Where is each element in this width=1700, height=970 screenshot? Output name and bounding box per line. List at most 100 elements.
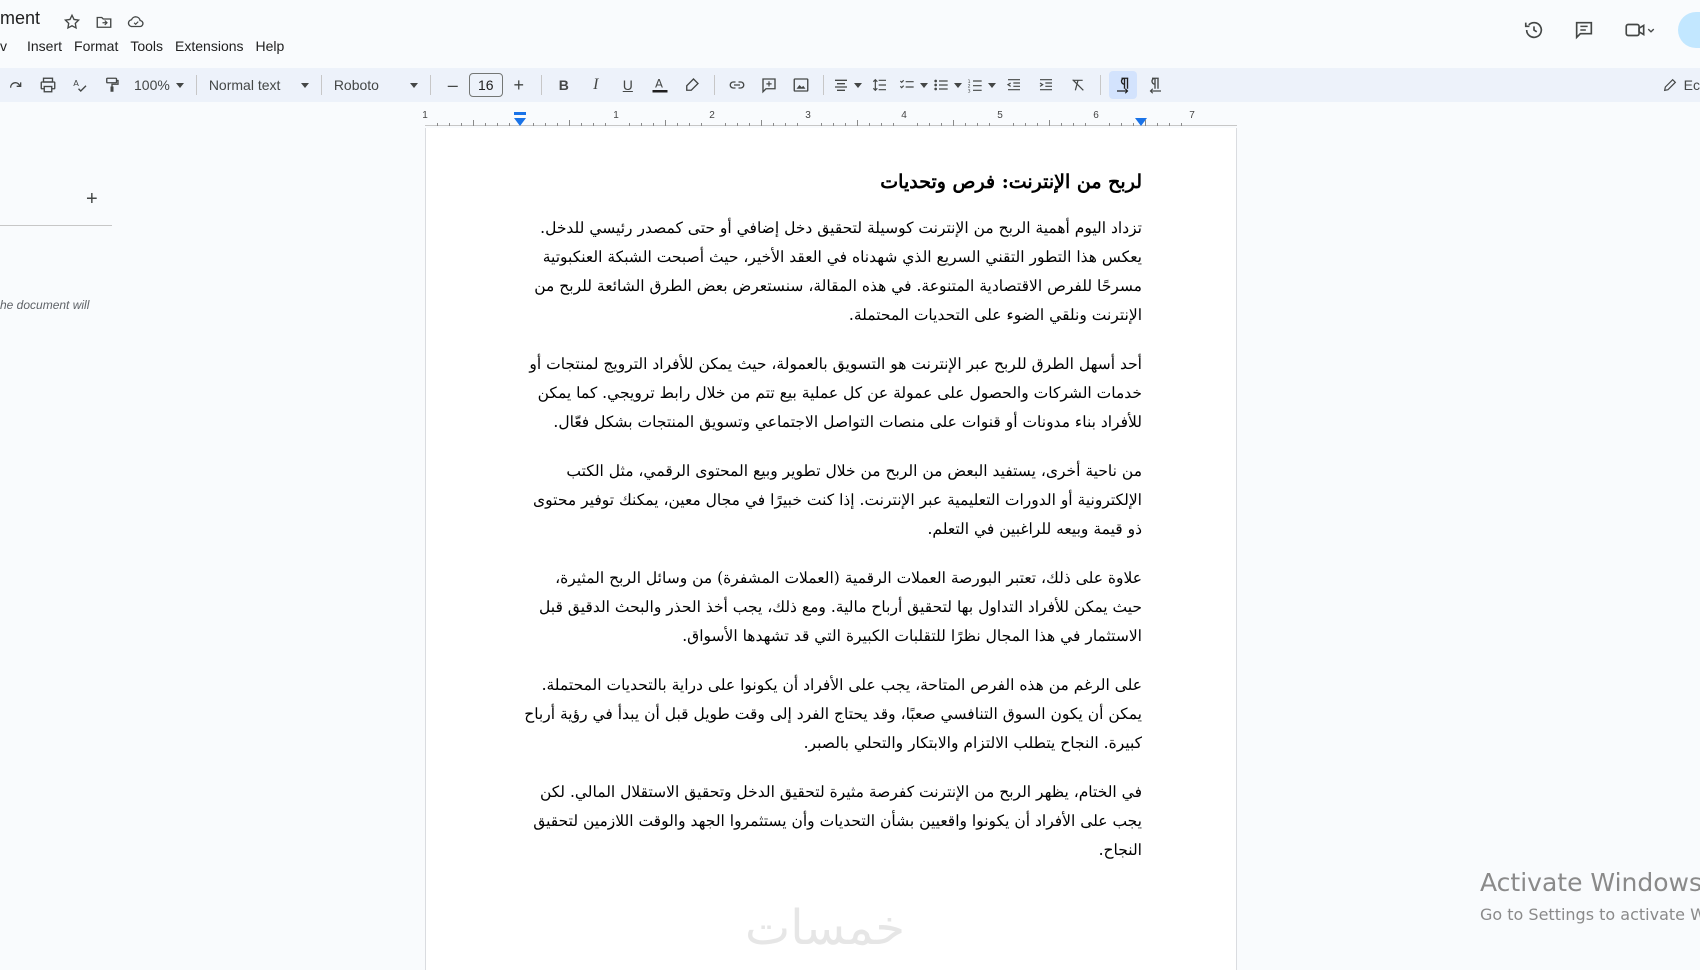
font-value: Roboto [333, 77, 379, 93]
ruler-tick [1157, 123, 1158, 126]
ruler-number: 2 [709, 110, 715, 121]
ruler-tick [1037, 123, 1038, 126]
decrease-font-size-button[interactable]: – [439, 71, 467, 99]
rtl-direction-icon[interactable] [1141, 71, 1169, 99]
paragraph[interactable]: من ناحية أخرى، يستفيد البعض من الربح من … [522, 457, 1142, 544]
chevron-down-icon [953, 82, 962, 88]
title-icons [60, 10, 148, 34]
editing-mode-button[interactable]: Ec [1662, 68, 1700, 102]
toolbar-divider [320, 75, 322, 95]
paragraph[interactable]: أحد أسهل الطرق للربح عبر الإنترنت هو الت… [522, 350, 1142, 437]
numbered-list-icon[interactable]: 123 [966, 71, 996, 99]
menu-help[interactable]: Help [250, 36, 291, 56]
decrease-indent-icon[interactable] [1000, 71, 1028, 99]
cloud-status-icon[interactable] [124, 10, 148, 34]
document-heading[interactable]: لربح من الإنترنت: فرص وتحديات [522, 168, 1142, 196]
font-dropdown[interactable]: Roboto [328, 77, 424, 93]
ruler-tick [1025, 123, 1026, 126]
ruler-tick [545, 123, 546, 126]
ruler-number: 6 [1093, 110, 1099, 121]
font-size-input[interactable]: 16 [468, 73, 503, 97]
increase-indent-icon[interactable] [1032, 71, 1060, 99]
bold-icon[interactable]: B [550, 71, 578, 99]
toolbar-divider [540, 75, 542, 95]
spellcheck-icon[interactable]: A [66, 71, 94, 99]
insert-image-icon[interactable] [787, 71, 815, 99]
line-spacing-icon[interactable] [866, 71, 894, 99]
link-icon[interactable] [723, 71, 751, 99]
outline-divider [0, 225, 112, 226]
paragraph[interactable]: في الختام، يظهر الربح من الإنترنت كفرصة … [522, 778, 1142, 865]
checklist-icon[interactable] [898, 71, 928, 99]
highlight-icon[interactable] [678, 71, 706, 99]
ltr-direction-icon[interactable] [1108, 71, 1137, 99]
ruler-tick [881, 123, 882, 126]
paint-format-icon[interactable] [98, 71, 126, 99]
add-tab-icon[interactable]: + [86, 188, 98, 211]
ruler-tick [449, 123, 450, 126]
style-dropdown[interactable]: Normal text [203, 77, 315, 93]
menu-view[interactable]: v [0, 36, 21, 56]
ruler-tick [749, 123, 750, 126]
text-color-icon[interactable]: A [646, 71, 674, 99]
chevron-down-icon [300, 82, 309, 88]
menu-tools[interactable]: Tools [124, 36, 169, 56]
left-indent-marker[interactable] [514, 118, 526, 126]
ruler-tick [725, 123, 726, 126]
activate-windows-title: Activate Windows [1480, 868, 1700, 897]
menu-insert[interactable]: Insert [21, 36, 68, 56]
bulleted-list-icon[interactable] [932, 71, 962, 99]
chevron-down-icon [409, 82, 418, 88]
ruler[interactable]: 1 1 2 3 4 5 6 7 [0, 108, 1700, 128]
ruler-tick [1181, 123, 1182, 126]
ruler-tick [857, 120, 858, 126]
outline-hint-text: he document will [0, 298, 90, 312]
toolbar: A 100% Normal text Roboto – 16 + B I U A [0, 68, 1700, 102]
ruler-tick [437, 123, 438, 126]
svg-text:A: A [73, 78, 79, 88]
clear-formatting-icon[interactable] [1064, 71, 1092, 99]
activate-windows-notice: Activate Windows Go to Settings to activ… [1480, 868, 1700, 924]
star-icon[interactable] [60, 10, 84, 34]
header-actions [1516, 12, 1700, 48]
ruler-tick [797, 123, 798, 126]
increase-font-size-button[interactable]: + [505, 71, 533, 99]
ruler-tick [485, 123, 486, 126]
paragraph[interactable]: على الرغم من هذه الفرص المتاحة، يجب على … [522, 671, 1142, 758]
ruler-tick [845, 123, 846, 126]
ruler-tick [737, 123, 738, 126]
paragraph[interactable]: تزداد اليوم أهمية الربح من الإنترنت كوسي… [522, 214, 1142, 330]
document-body[interactable]: لربح من الإنترنت: فرص وتحديات تزداد اليو… [522, 168, 1142, 885]
ruler-tick [977, 123, 978, 126]
paragraph[interactable]: علاوة على ذلك، تعتبر البورصة العملات الر… [522, 564, 1142, 651]
ruler-tick [833, 123, 834, 126]
version-history-icon[interactable] [1516, 12, 1552, 48]
ruler-tick [509, 123, 510, 126]
redo-icon[interactable] [2, 71, 30, 99]
menu-format[interactable]: Format [68, 36, 124, 56]
zoom-dropdown[interactable]: 100% [128, 77, 190, 93]
menu-extensions[interactable]: Extensions [169, 36, 249, 56]
ruler-tick [1133, 123, 1134, 126]
move-folder-icon[interactable] [92, 10, 116, 34]
toolbar-divider [822, 75, 824, 95]
italic-icon[interactable]: I [582, 71, 610, 99]
menu-bar: v Insert Format Tools Extensions Help [0, 36, 290, 56]
first-line-indent-marker[interactable] [514, 112, 526, 115]
add-comment-icon[interactable] [755, 71, 783, 99]
meet-video-icon[interactable] [1616, 12, 1664, 48]
underline-icon[interactable]: U [614, 71, 642, 99]
header: ment v Insert Format Tools Extensions He… [0, 0, 1700, 62]
ruler-tick [785, 123, 786, 126]
ruler-number: 1 [613, 110, 619, 121]
ruler-tick [1013, 123, 1014, 126]
comments-icon[interactable] [1566, 12, 1602, 48]
document-page[interactable]: لربح من الإنترنت: فرص وتحديات تزداد اليو… [425, 128, 1237, 970]
share-button[interactable] [1678, 12, 1700, 48]
ruler-band [425, 112, 1237, 126]
print-icon[interactable] [34, 71, 62, 99]
document-title[interactable]: ment [0, 8, 40, 29]
ruler-tick [869, 123, 870, 126]
align-icon[interactable] [832, 71, 862, 99]
ruler-tick [953, 120, 954, 126]
